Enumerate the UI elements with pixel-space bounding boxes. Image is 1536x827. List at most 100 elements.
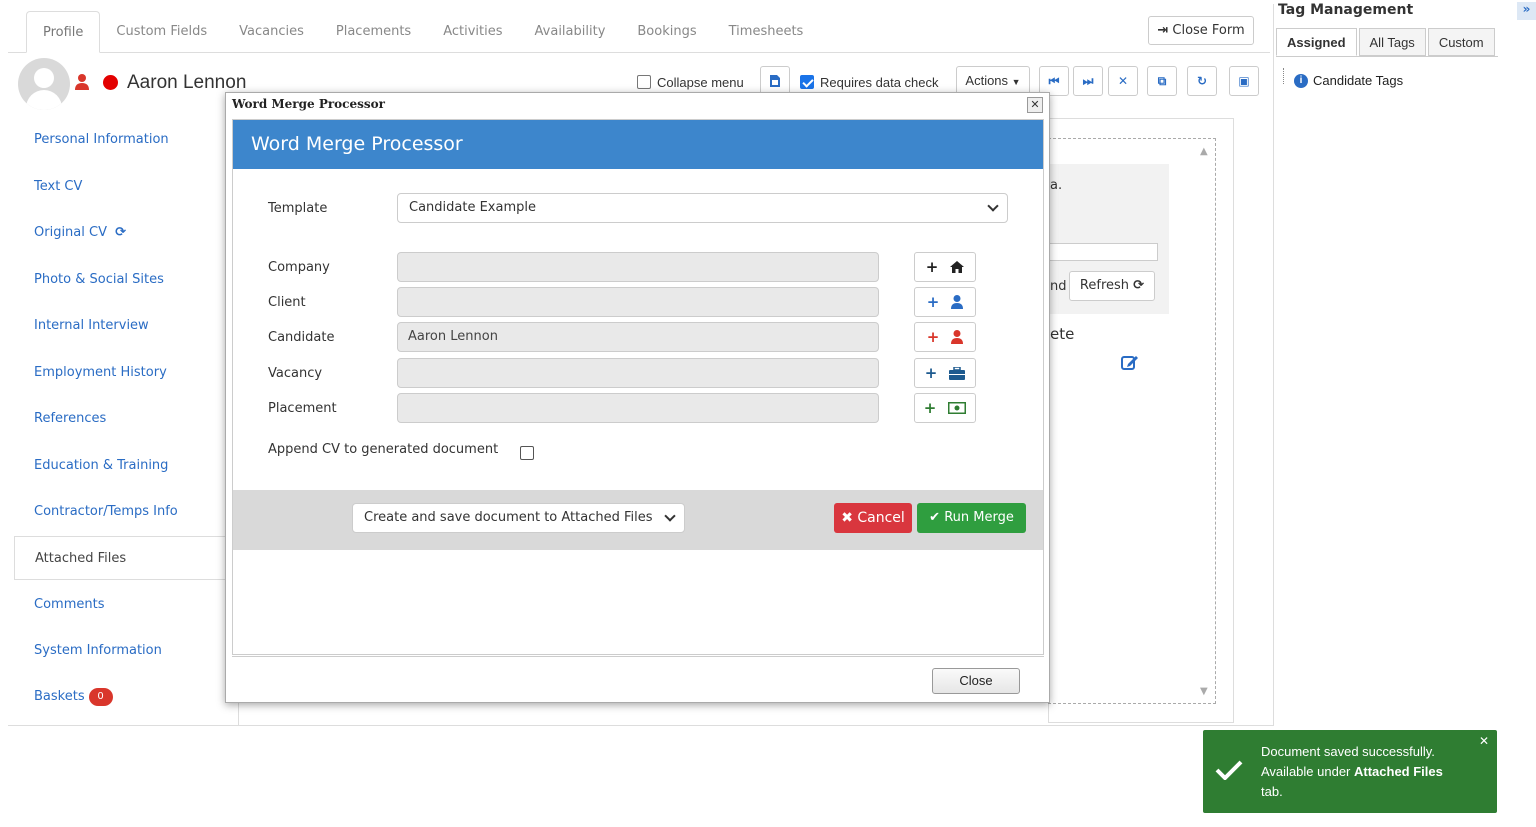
client-field[interactable]	[397, 287, 879, 317]
candidate-name: Aaron Lennon	[127, 72, 247, 93]
placement-field[interactable]	[397, 393, 879, 423]
vacancy-field[interactable]	[397, 358, 879, 388]
sidebar-item-baskets[interactable]: Baskets 0	[14, 675, 226, 719]
dialog-close-icon[interactable]: ✕	[1027, 97, 1043, 113]
briefcase-icon	[949, 366, 966, 380]
dialog-action-bar: Create and save document to Attached Fil…	[233, 490, 1043, 550]
tab-custom[interactable]: Custom	[1427, 28, 1495, 56]
tab-bookings[interactable]: Bookings	[621, 11, 712, 53]
client-label: Client	[268, 295, 306, 310]
chevron-down-icon	[987, 200, 999, 212]
sidebar-item-photo-social[interactable]: Photo & Social Sites	[14, 258, 226, 302]
refresh-record-button[interactable]: ↻	[1187, 66, 1217, 96]
upload-input[interactable]	[1048, 243, 1158, 261]
close-form-button[interactable]: ⇥ Close Form	[1148, 16, 1254, 45]
collapse-menu-checkbox[interactable]	[637, 75, 651, 89]
plus-icon: +	[925, 258, 939, 276]
save-icon: ▣	[1238, 74, 1250, 88]
upload-hint-text: a.	[1050, 178, 1063, 193]
sidebar-item-attached-files[interactable]: Attached Files	[14, 536, 226, 580]
tag-tabs: Assigned All Tags Custom	[1276, 28, 1497, 56]
refresh-icon: ⟳	[1133, 278, 1145, 293]
plus-icon: +	[924, 364, 938, 382]
user-icon	[75, 74, 89, 90]
word-merge-dialog: Word Merge Processor ✕ Word Merge Proces…	[225, 92, 1050, 703]
add-vacancy-button[interactable]: +	[914, 358, 976, 388]
refresh-button[interactable]: Refresh ⟳	[1069, 271, 1155, 301]
tag-tabs-divider	[1276, 56, 1498, 57]
tree-connector	[1283, 68, 1284, 84]
plus-icon: +	[923, 399, 937, 417]
toast-line-2: Available under Attached Files	[1261, 764, 1443, 779]
tab-timesheets[interactable]: Timesheets	[713, 11, 820, 53]
append-cv-checkbox[interactable]	[520, 446, 534, 460]
user-icon	[951, 330, 964, 344]
tab-custom-fields[interactable]: Custom Fields	[100, 11, 223, 53]
tab-assigned[interactable]: Assigned	[1276, 28, 1357, 56]
form-tabs: Profile Custom Fields Vacancies Placemen…	[26, 11, 819, 53]
tree-item-candidate-tags[interactable]: i Candidate Tags	[1294, 73, 1403, 88]
copy-button[interactable]: ⧉	[1147, 66, 1177, 96]
cancel-button[interactable]: ✖ Cancel	[834, 503, 912, 533]
sidebar-item-contractor-temps[interactable]: Contractor/Temps Info	[14, 490, 226, 534]
add-placement-button[interactable]: +	[914, 393, 976, 423]
check-icon	[1215, 760, 1243, 780]
company-field[interactable]	[397, 252, 879, 282]
plus-icon: +	[926, 293, 940, 311]
add-client-button[interactable]: +	[914, 287, 976, 317]
tab-vacancies[interactable]: Vacancies	[223, 11, 320, 53]
toast-close-icon[interactable]: ✕	[1479, 734, 1489, 748]
edit-icon[interactable]	[1121, 354, 1139, 370]
tab-activities[interactable]: Activities	[427, 11, 518, 53]
toast-line-3: tab.	[1261, 784, 1283, 799]
info-icon: i	[1294, 73, 1308, 88]
dialog-body: Word Merge Processor Template Candidate …	[232, 119, 1044, 655]
candidate-label: Candidate	[268, 330, 335, 345]
caret-down-icon: ▼	[1011, 77, 1021, 87]
tab-all-tags[interactable]: All Tags	[1358, 28, 1426, 56]
refresh-icon: ⟳	[115, 225, 127, 240]
sidebar-item-original-cv[interactable]: Original CV ⟳	[14, 211, 226, 255]
add-candidate-button[interactable]: +	[914, 322, 976, 352]
close-icon: ✖	[841, 510, 853, 526]
output-option-select[interactable]: Create and save document to Attached Fil…	[352, 503, 685, 533]
template-label: Template	[268, 201, 328, 216]
page: Profile Custom Fields Vacancies Placemen…	[0, 0, 1536, 827]
money-icon	[948, 402, 967, 414]
tab-profile[interactable]: Profile	[26, 11, 101, 53]
template-select[interactable]: Candidate Example	[397, 193, 1008, 223]
tab-availability[interactable]: Availability	[519, 11, 622, 53]
sidebar-item-employment-history[interactable]: Employment History	[14, 351, 226, 395]
append-cv-label: Append CV to generated document	[268, 442, 499, 457]
collapse-menu-toggle[interactable]: Collapse menu	[637, 72, 744, 92]
sidebar-item-text-cv[interactable]: Text CV	[14, 165, 226, 209]
sidebar-item-comments[interactable]: Comments	[14, 583, 226, 627]
run-merge-button[interactable]: ✔ Run Merge	[917, 503, 1026, 533]
sidebar-item-personal-information[interactable]: Personal Information	[14, 118, 226, 162]
close-icon: ✕	[1117, 74, 1129, 88]
toast-line-1: Document saved successfully.	[1261, 744, 1435, 759]
add-company-button[interactable]: +	[914, 252, 976, 282]
company-label: Company	[268, 260, 330, 275]
vacancy-label: Vacancy	[268, 366, 323, 381]
close-button[interactable]: Close	[932, 668, 1020, 694]
scroll-up-arrow[interactable]: ▲	[1200, 146, 1208, 157]
requires-data-check-checkbox[interactable]	[800, 75, 814, 89]
candidate-field[interactable]: Aaron Lennon	[397, 322, 879, 352]
sidebar-item-references[interactable]: References	[14, 397, 226, 441]
success-toast: Document saved successfully. Available u…	[1203, 730, 1497, 813]
copy-icon: ⧉	[1157, 74, 1167, 88]
tab-placements[interactable]: Placements	[320, 11, 427, 53]
tag-management-title: Tag Management	[1278, 2, 1414, 18]
expand-panel-icon[interactable]: »	[1517, 2, 1536, 20]
sidebar-item-education-training[interactable]: Education & Training	[14, 444, 226, 488]
file-word-icon	[770, 75, 780, 87]
save-button[interactable]: ▣	[1229, 66, 1259, 96]
sidebar-item-system-information[interactable]: System Information	[14, 629, 226, 673]
delete-button[interactable]: ✕	[1108, 66, 1138, 96]
last-record-button[interactable]: ⏭	[1073, 66, 1103, 96]
requires-data-check-toggle[interactable]: Requires data check	[800, 72, 939, 92]
scroll-down-arrow[interactable]: ▼	[1200, 686, 1208, 697]
step-forward-icon: ⏭	[1082, 74, 1094, 88]
sidebar-item-internal-interview[interactable]: Internal Interview	[14, 304, 226, 348]
